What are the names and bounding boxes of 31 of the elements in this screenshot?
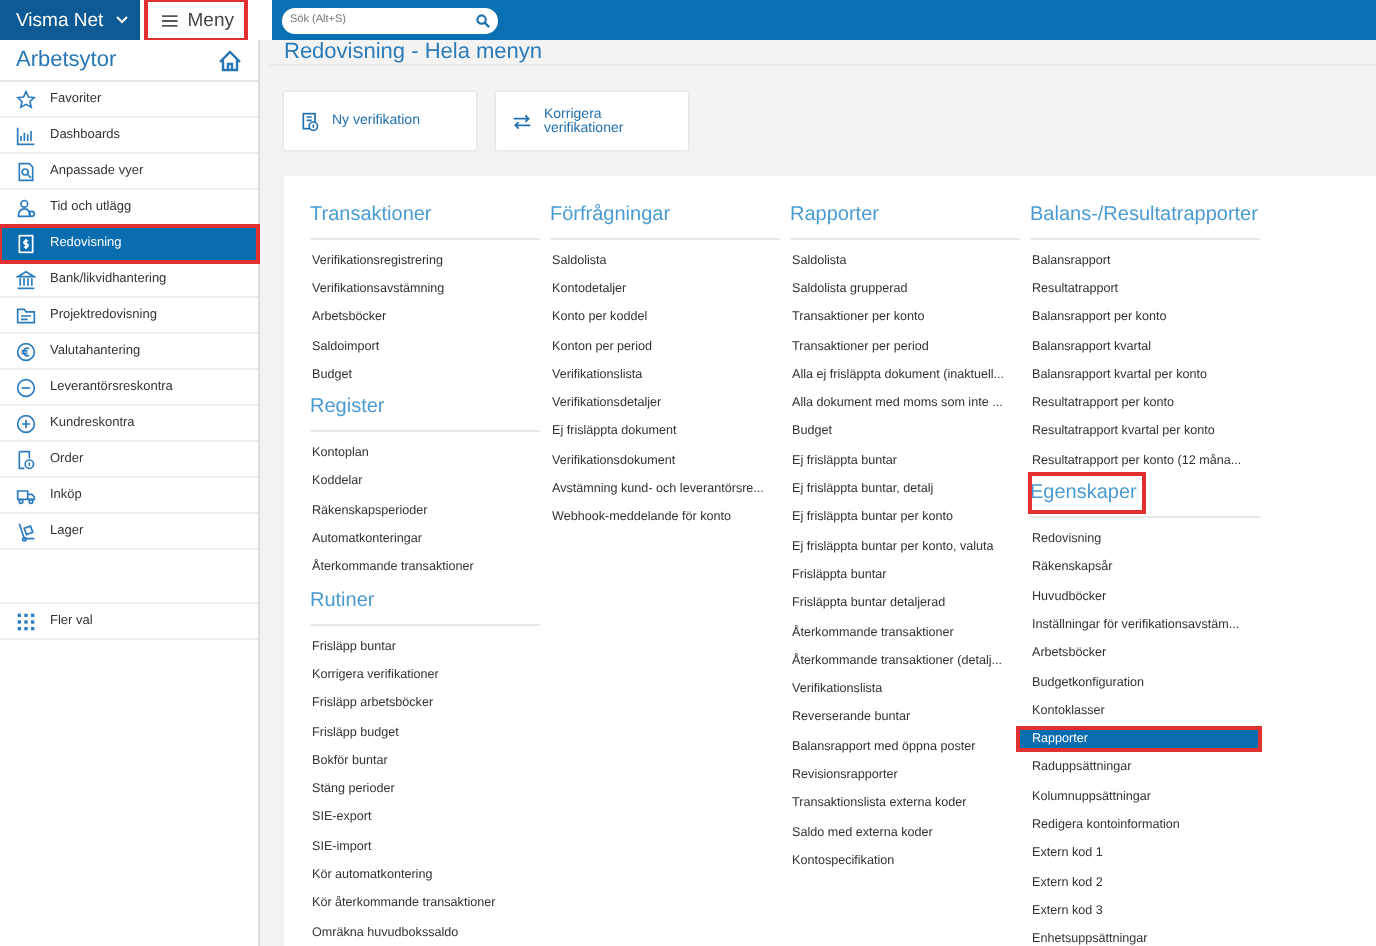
folder-icon bbox=[16, 305, 36, 325]
hand-truck-icon bbox=[16, 521, 36, 541]
grid-icon bbox=[16, 611, 36, 631]
sidebar-title: Arbetsytor bbox=[16, 48, 117, 72]
home-icon[interactable] bbox=[218, 49, 242, 71]
swap-arrows-icon bbox=[512, 111, 532, 131]
plus-circle-icon bbox=[16, 413, 36, 433]
order-document-icon bbox=[16, 449, 36, 469]
section-heading: Förfrågningar bbox=[550, 202, 673, 230]
dollar-document-icon bbox=[16, 233, 36, 253]
star-icon bbox=[16, 89, 36, 109]
section-heading: Rapporter bbox=[790, 202, 881, 230]
section-heading: Balans-/Resultatrapporter bbox=[1030, 202, 1260, 230]
euro-icon bbox=[16, 341, 36, 361]
menu-button[interactable]: Meny bbox=[146, 0, 246, 40]
document-search-icon bbox=[16, 161, 36, 181]
search-icon[interactable] bbox=[476, 13, 490, 27]
page-title: Redovisning - Hela menyn bbox=[270, 40, 1376, 66]
bar-chart-icon bbox=[16, 125, 36, 145]
caret-icon bbox=[115, 16, 128, 24]
section-heading: Egenskaper bbox=[1030, 474, 1145, 513]
truck-icon bbox=[16, 485, 36, 505]
document-icon bbox=[300, 111, 320, 131]
section-heading: Rutiner bbox=[310, 587, 377, 616]
person-icon bbox=[16, 197, 36, 217]
menu-icon bbox=[162, 13, 178, 27]
minus-circle-icon bbox=[16, 377, 36, 397]
section-heading: Register bbox=[310, 394, 387, 423]
workspace-dropdown[interactable]: Visma Net bbox=[0, 0, 140, 40]
bank-icon bbox=[16, 269, 36, 289]
section-heading: Transaktioner bbox=[310, 202, 434, 230]
